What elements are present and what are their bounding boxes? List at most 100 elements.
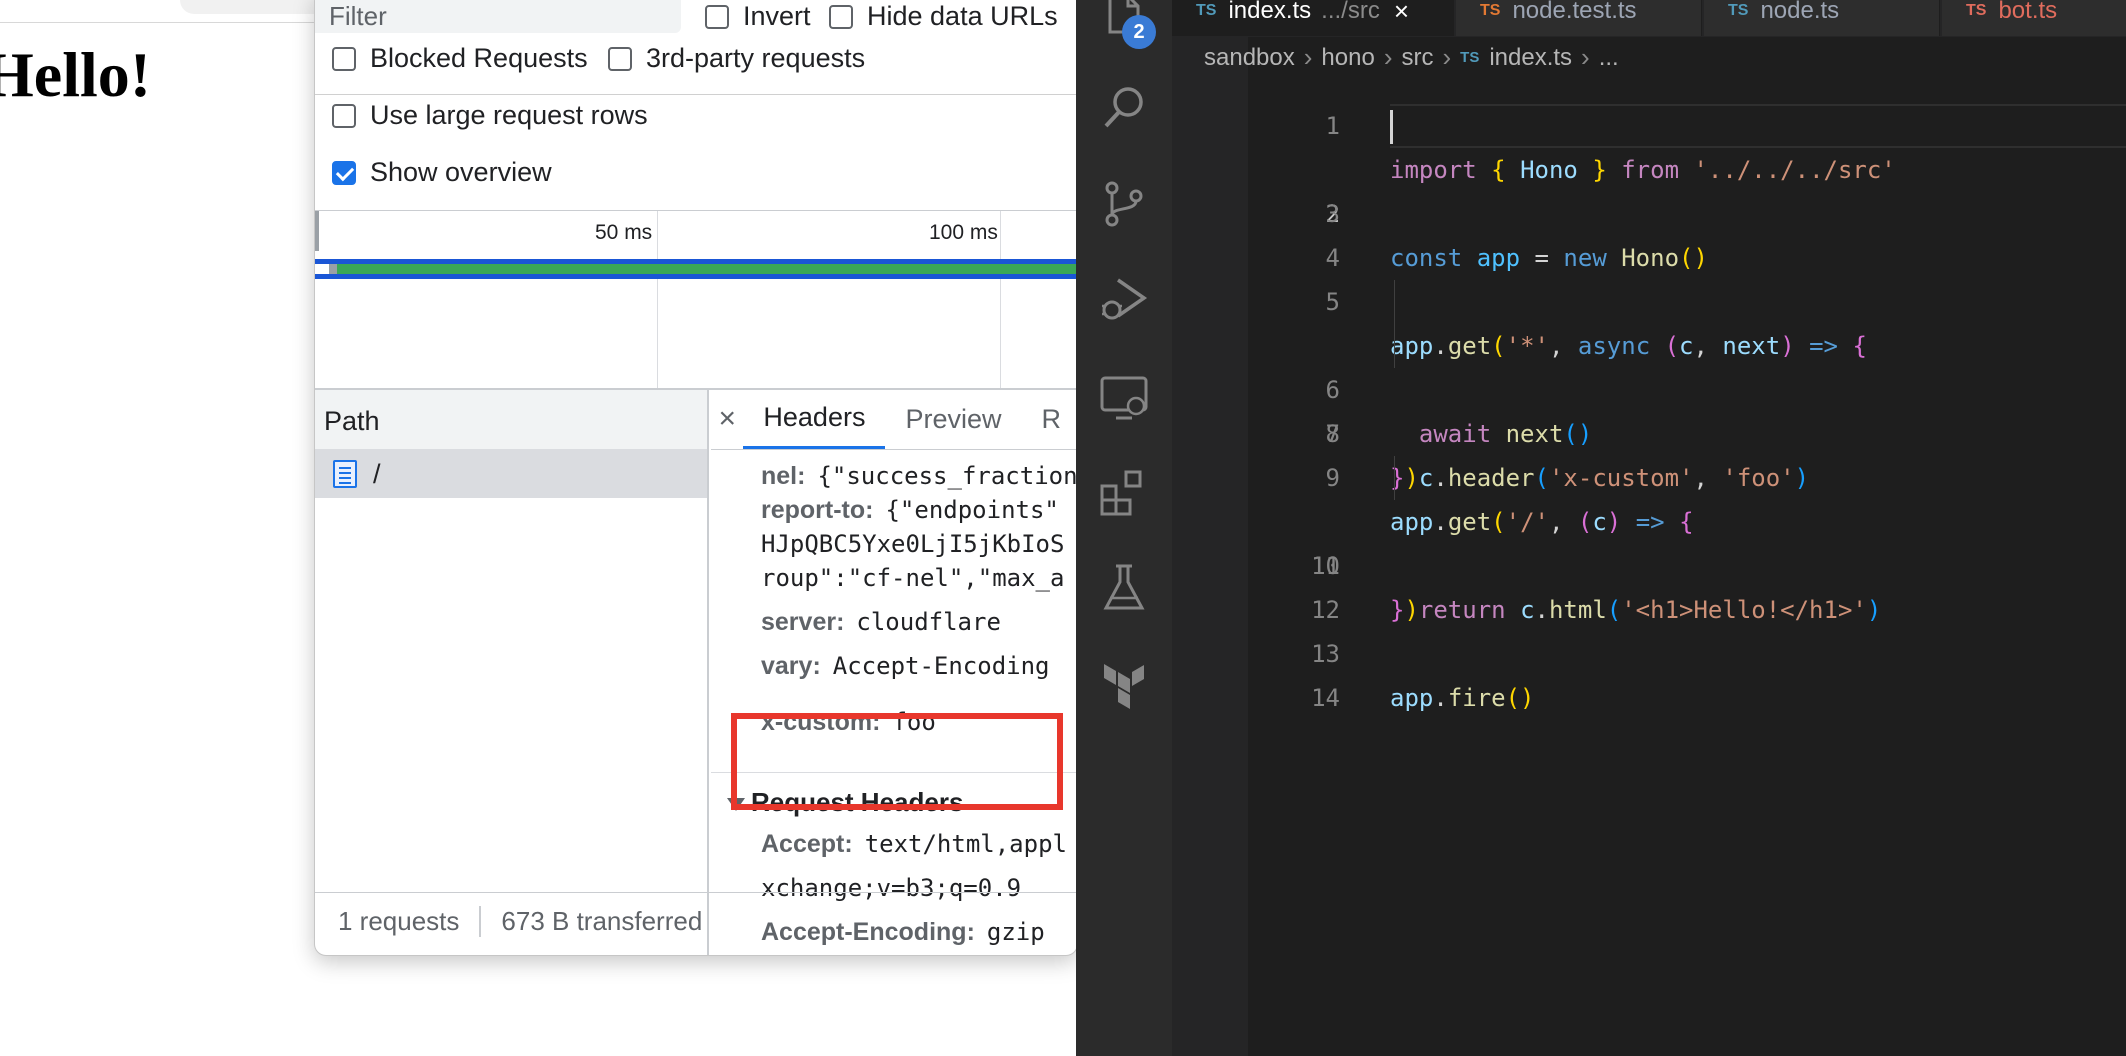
devtools-network-panel: Filter Invert Hide data URLs Blocked Req… (314, 0, 1078, 956)
code-line: 13 app.fire() (1172, 588, 2126, 712)
invert-label: Invert (743, 1, 811, 31)
header-row-vary: vary: Accept-Encoding (761, 652, 1050, 681)
close-icon[interactable]: × (711, 390, 743, 449)
third-party-label: 3rd-party requests (646, 43, 866, 73)
hide-data-urls-option[interactable]: Hide data URLs (829, 1, 1058, 32)
header-value: {"endpoints" (885, 496, 1059, 524)
large-rows-option[interactable]: Use large request rows (332, 100, 648, 131)
header-name: nel: (761, 462, 806, 490)
blocked-requests-checkbox[interactable] (332, 46, 356, 71)
tab-label: node.test.ts (1512, 0, 1637, 24)
header-row-continuation: roup":"cf-nel","max_a (761, 564, 1064, 593)
extensions-icon[interactable] (1098, 466, 1150, 518)
code-line: 10 return c.html('<h1>Hello!</h1>') (1172, 456, 2126, 624)
invert-option[interactable]: Invert (705, 1, 811, 32)
header-value: roup":"cf-nel","max_a (761, 564, 1065, 592)
header-value: {"success_fraction (817, 462, 1078, 490)
indent-guide (1394, 456, 1395, 500)
header-name: report-to: (761, 496, 874, 524)
current-line-highlight (1390, 104, 2126, 148)
transferred-size: 673 B transferred (501, 906, 703, 936)
path-column-header[interactable]: Path (315, 390, 707, 450)
code-line: 12 (1172, 544, 2126, 624)
typescript-icon: TS (1480, 2, 1501, 19)
tab-headers[interactable]: Headers (743, 390, 886, 449)
header-name: Accept: (761, 830, 853, 858)
run-debug-icon[interactable] (1098, 274, 1150, 326)
text-cursor (1390, 110, 1393, 144)
header-name: server: (761, 608, 845, 636)
code-line: 7 c.header('x-custom', 'foo') (1172, 324, 2126, 492)
detail-tabs: × Headers Preview R (711, 390, 1078, 450)
code-line: 5 app.get('*', async (c, next) => { (1172, 236, 2126, 360)
overview-request-bar (329, 264, 1077, 274)
network-status-bar: 1 requests 673 B transferred (315, 892, 1077, 950)
header-row-accept: Accept: text/html,appl (761, 830, 1067, 859)
large-rows-label: Use large request rows (370, 100, 648, 130)
request-details: × Headers Preview R nel: {"success_fracti… (711, 390, 1078, 955)
blocked-requests-option[interactable]: Blocked Requests (332, 43, 588, 74)
hide-data-urls-checkbox[interactable] (829, 4, 853, 29)
source-control-badge: 2 (1122, 15, 1156, 49)
filter-input[interactable]: Filter (315, 0, 681, 33)
close-icon[interactable]: × (1394, 0, 1409, 27)
tab-label: bot.ts (1998, 0, 2058, 24)
tab-label: index.ts (1228, 0, 1312, 24)
indent-guide (1394, 324, 1395, 368)
editor-tab-node-ts[interactable]: TS node.ts (1704, 0, 1940, 36)
testing-icon[interactable] (1098, 562, 1150, 614)
overview-tick-label: 100 ms (929, 221, 998, 244)
show-overview-checkbox[interactable] (332, 160, 356, 185)
editor-tab-bot-ts[interactable]: TS bot.ts (1942, 0, 2126, 36)
header-row-report-to: report-to: {"endpoints" (761, 496, 1059, 525)
annotation-highlight-box (731, 713, 1063, 810)
header-value: HJpQBC5Yxe0LjI5jKbIoS (761, 530, 1065, 558)
third-party-checkbox[interactable] (608, 46, 632, 71)
code-line: 14 (1172, 632, 2126, 712)
code-line: 4 (1172, 192, 2126, 272)
request-path: / (373, 458, 381, 489)
code-editor[interactable]: 1 import { Hono } from '../../../src' 2 … (1172, 60, 2126, 712)
editor-tab-node-test-ts[interactable]: TS node.test.ts (1456, 0, 1702, 36)
code-line: 6 await next() (1172, 280, 2126, 448)
code-line: 9 app.get('/', (c) => { (1172, 412, 2126, 536)
code-text: app.fire() (1390, 684, 1535, 712)
request-row[interactable]: / (315, 450, 707, 498)
typescript-icon: TS (1728, 2, 1749, 19)
network-overview-timeline[interactable]: 50 ms 100 ms (315, 210, 1077, 390)
source-control-icon[interactable] (1098, 178, 1150, 230)
show-overview-option[interactable]: Show overview (332, 157, 552, 188)
typescript-icon: TS (1966, 2, 1987, 19)
tab-response[interactable]: R (1022, 390, 1078, 449)
page-heading: Hello! (0, 39, 152, 110)
search-icon[interactable] (1098, 82, 1150, 134)
line-number: 14 (1311, 684, 1340, 712)
overview-gridline (1000, 211, 1001, 388)
overview-tick-label: 50 ms (595, 221, 653, 244)
code-line: 3 const app = new Hono() (1172, 148, 2126, 272)
vscode-window: 2 TS index.ts .../src × TS node.test.ts … (1076, 0, 2126, 1056)
show-overview-label: Show overview (370, 157, 552, 187)
editor-tab-index-ts[interactable]: TS index.ts .../src × (1172, 0, 1454, 36)
overview-left-handle[interactable] (315, 211, 319, 251)
code-line: 8 }) (1172, 368, 2126, 492)
third-party-option[interactable]: 3rd-party requests (608, 43, 865, 74)
typescript-icon: TS (1196, 2, 1217, 19)
hide-data-urls-label: Hide data URLs (867, 1, 1058, 31)
code-line: 1 import { Hono } from '../../../src' (1172, 60, 2126, 184)
activity-bar: 2 (1076, 0, 1172, 1056)
tab-preview[interactable]: Preview (885, 390, 1021, 449)
header-row-continuation: HJpQBC5Yxe0LjI5jKbIoS (761, 530, 1064, 559)
editor-tab-bar: TS index.ts .../src × TS node.test.ts TS… (1172, 0, 2126, 37)
large-rows-checkbox[interactable] (332, 103, 356, 128)
code-line-current: 2 (1172, 104, 2126, 228)
header-row-nel: nel: {"success_fraction (761, 462, 1078, 491)
request-list: Path / (315, 390, 709, 955)
header-value: Accept-Encoding (832, 652, 1050, 680)
header-value: cloudflare (856, 608, 1001, 636)
terraform-icon[interactable] (1098, 658, 1150, 710)
tab-path-hint: .../src (1321, 0, 1380, 24)
remote-explorer-icon[interactable] (1098, 372, 1150, 424)
request-count: 1 requests (315, 906, 482, 937)
invert-checkbox[interactable] (705, 4, 729, 29)
